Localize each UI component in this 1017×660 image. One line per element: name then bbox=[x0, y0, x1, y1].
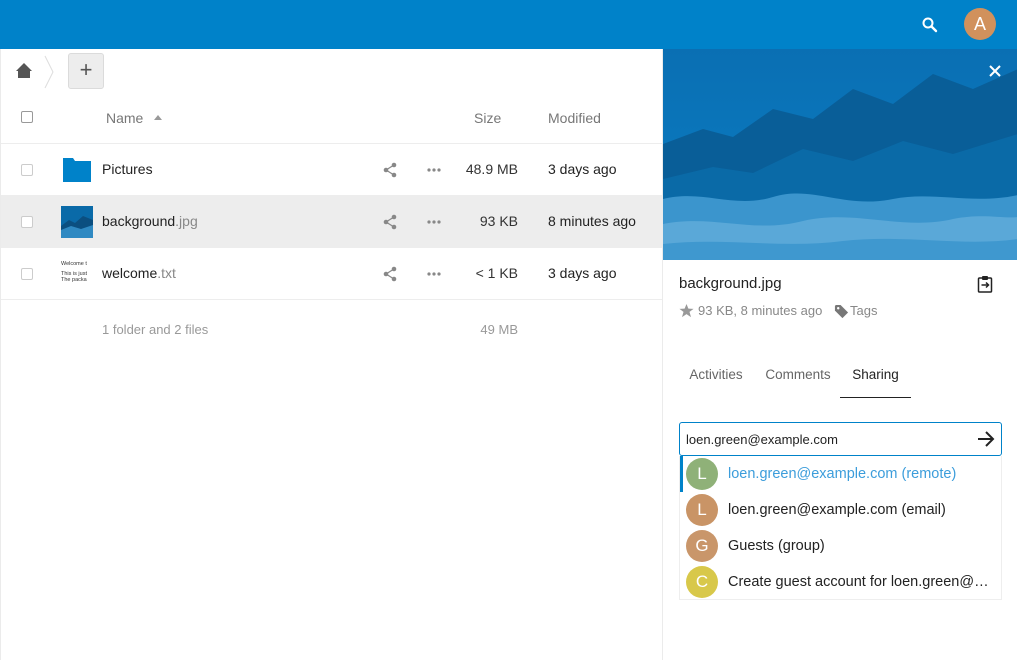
file-size: < 1 KB bbox=[475, 265, 518, 281]
suggestion-avatar: C bbox=[686, 566, 718, 598]
more-actions-icon[interactable] bbox=[426, 266, 442, 282]
suggestion-label: Guests (group) bbox=[728, 538, 825, 554]
file-modified: 8 minutes ago bbox=[548, 213, 636, 229]
folder-icon bbox=[63, 158, 91, 182]
file-modified: 3 days ago bbox=[548, 265, 617, 281]
file-modified: 3 days ago bbox=[548, 161, 617, 177]
file-name[interactable]: Pictures bbox=[102, 161, 153, 177]
tab-activities[interactable]: Activities bbox=[679, 354, 753, 398]
home-icon[interactable] bbox=[15, 62, 33, 80]
file-size: 48.9 MB bbox=[465, 161, 518, 177]
file-size: 93 KB bbox=[479, 213, 518, 229]
share-suggestions: L loen.green@example.com (remote) L loen… bbox=[679, 456, 1002, 600]
copy-link-icon[interactable] bbox=[977, 275, 993, 293]
share-icon[interactable] bbox=[382, 162, 398, 178]
new-file-button[interactable]: + bbox=[68, 53, 104, 89]
file-name[interactable]: background.jpg bbox=[102, 213, 198, 229]
share-icon[interactable] bbox=[382, 266, 398, 282]
tab-sharing[interactable]: Sharing bbox=[840, 354, 911, 398]
suggestion-avatar: L bbox=[686, 494, 718, 526]
select-all-checkbox[interactable] bbox=[21, 111, 33, 123]
breadcrumb-separator bbox=[44, 55, 54, 89]
suggestion-item[interactable]: G Guests (group) bbox=[680, 528, 1001, 564]
arrow-right-icon[interactable] bbox=[977, 430, 995, 448]
more-actions-icon[interactable] bbox=[426, 214, 442, 230]
row-checkbox[interactable] bbox=[21, 268, 33, 280]
tab-comments[interactable]: Comments bbox=[761, 354, 835, 398]
summary-size: 49 MB bbox=[480, 322, 518, 337]
favorite-star-icon[interactable] bbox=[679, 303, 694, 318]
suggestion-avatar: G bbox=[686, 530, 718, 562]
column-header-modified[interactable]: Modified bbox=[548, 110, 601, 126]
suggestion-avatar: L bbox=[686, 458, 718, 490]
suggestion-label: loen.green@example.com (email) bbox=[728, 502, 946, 518]
files-summary: 1 folder and 2 files 49 MB bbox=[1, 314, 663, 344]
file-meta: 93 KB, 8 minutes ago bbox=[698, 303, 823, 318]
column-header-size[interactable]: Size bbox=[474, 110, 501, 126]
top-header: A bbox=[0, 0, 1017, 49]
thumb-line-0: Welcome t bbox=[61, 261, 87, 267]
row-checkbox[interactable] bbox=[21, 216, 33, 228]
breadcrumb-bar: + bbox=[1, 49, 663, 93]
suggestion-item[interactable]: L loen.green@example.com (remote) bbox=[680, 456, 1001, 492]
table-row[interactable]: Pictures 48.9 MB 3 days ago bbox=[1, 144, 663, 196]
share-with-input[interactable] bbox=[679, 422, 1002, 456]
thumb-line-2: The packa bbox=[61, 277, 88, 283]
summary-text: 1 folder and 2 files bbox=[102, 322, 209, 337]
share-icon[interactable] bbox=[382, 214, 398, 230]
details-sidebar: background.jpg 93 KB, 8 minutes ago Tags… bbox=[662, 49, 1017, 660]
suggestion-label: Create guest account for loen.green@exam… bbox=[728, 574, 993, 590]
table-row[interactable]: background.jpg 93 KB 8 minutes ago bbox=[1, 196, 663, 248]
suggestion-item[interactable]: L loen.green@example.com (email) bbox=[680, 492, 1001, 528]
tags-label[interactable]: Tags bbox=[850, 303, 877, 318]
tag-icon[interactable] bbox=[834, 304, 849, 319]
sidebar-file-name: background.jpg bbox=[679, 275, 782, 292]
image-thumbnail bbox=[61, 206, 93, 238]
user-avatar[interactable]: A bbox=[964, 8, 996, 40]
sort-ascending-icon bbox=[154, 115, 162, 120]
suggestion-item[interactable]: C Create guest account for loen.green@ex… bbox=[680, 564, 1001, 600]
column-header-name[interactable]: Name bbox=[106, 110, 143, 126]
text-file-thumbnail: Welcome t This is just The packa bbox=[61, 258, 93, 290]
more-actions-icon[interactable] bbox=[426, 162, 442, 178]
table-row[interactable]: Welcome t This is just The packa welcome… bbox=[1, 248, 663, 300]
file-name[interactable]: welcome.txt bbox=[102, 265, 176, 281]
search-icon[interactable] bbox=[921, 16, 939, 34]
table-header: Name Size Modified bbox=[1, 93, 663, 144]
suggestion-label: loen.green@example.com (remote) bbox=[728, 466, 957, 482]
close-icon[interactable] bbox=[988, 64, 1002, 78]
row-checkbox[interactable] bbox=[21, 164, 33, 176]
sidebar-tabs: Activities Comments Sharing bbox=[679, 354, 1002, 398]
image-preview bbox=[663, 49, 1017, 260]
file-list-area: + Name Size Modified Pictures 48.9 MB 3 … bbox=[0, 49, 663, 660]
